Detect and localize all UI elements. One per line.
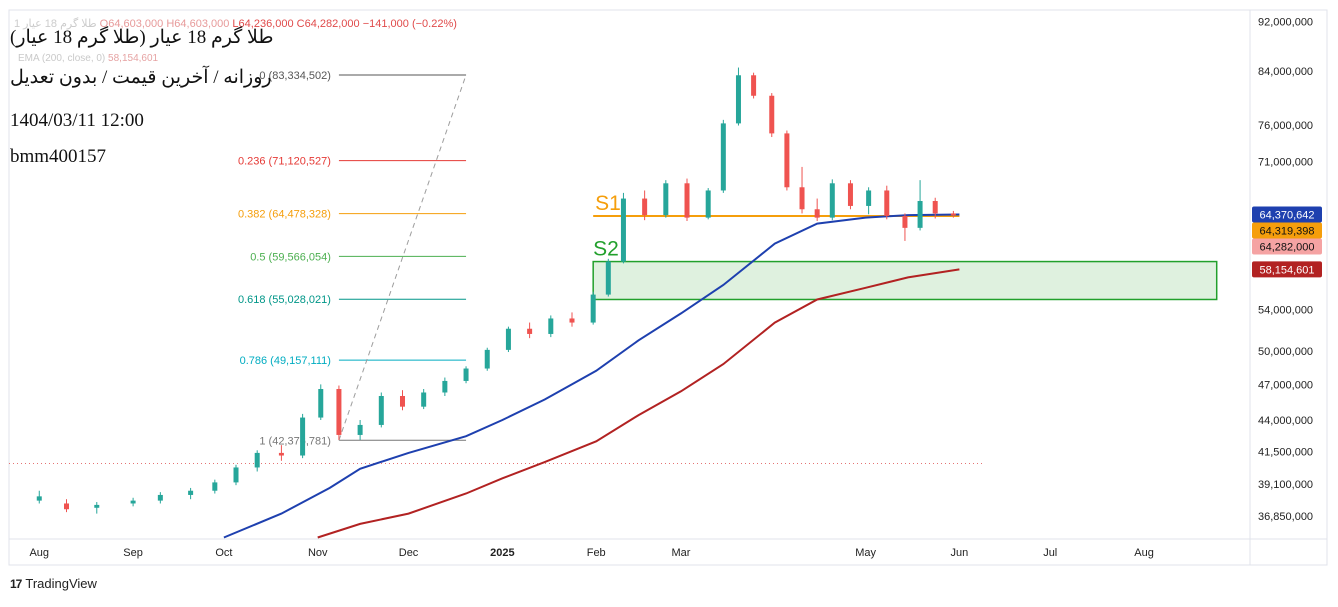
candle-body	[318, 388, 324, 418]
brand-name: TradingView	[25, 576, 97, 591]
candle-body	[751, 75, 757, 96]
candle-body	[663, 183, 669, 216]
candle-body	[36, 496, 42, 501]
price-badge-label: 64,282,000	[1259, 242, 1314, 254]
x-tick-label: Mar	[671, 547, 690, 559]
candle-body	[917, 201, 923, 228]
candle-body	[720, 123, 726, 191]
tradingview-logo-icon: 17	[10, 576, 22, 591]
fib-level-label: 1 (42,376,781)	[259, 435, 331, 447]
candle-body	[300, 417, 306, 456]
ema-value: 58,154,601	[108, 53, 159, 64]
y-tick-label: 84,000,000	[1258, 66, 1313, 78]
fib-level-label: 0.382 (64,478,328)	[238, 209, 331, 221]
candle-body	[484, 349, 490, 369]
candle-body	[620, 198, 626, 262]
candle-body	[569, 318, 575, 323]
x-tick-label: Oct	[215, 547, 232, 559]
x-tick-label: Feb	[587, 547, 606, 559]
change-value: −141,000 (−0.22%)	[362, 18, 457, 30]
candle-body	[769, 95, 775, 134]
candle-body	[233, 467, 239, 483]
x-tick-label: Sep	[123, 547, 143, 559]
ema-readout: EMA (200, close, 0) 58,154,601	[18, 53, 158, 64]
candle-body	[278, 452, 284, 456]
price-badge-label: 64,370,642	[1259, 210, 1314, 222]
candle-body	[950, 213, 956, 216]
candle-body	[463, 368, 469, 381]
y-tick-label: 76,000,000	[1258, 120, 1313, 132]
y-tick-label: 39,100,000	[1258, 479, 1313, 491]
candle-body	[605, 261, 611, 295]
candle-body	[378, 395, 384, 425]
close-value: C64,282,000	[296, 18, 360, 30]
candle-body	[94, 504, 100, 508]
candle-body	[442, 380, 448, 393]
y-tick-label: 47,000,000	[1258, 379, 1313, 391]
symbol-title: طلا گرم 18 عیار (طلا گرم 18 عیار)	[10, 27, 274, 48]
candle-body	[421, 392, 427, 407]
x-tick-label: Nov	[308, 547, 328, 559]
candle-body	[399, 395, 405, 407]
candle-body	[357, 424, 363, 435]
price-badge-label: 64,319,398	[1259, 226, 1314, 238]
candle-body	[212, 482, 218, 491]
candle-body	[799, 187, 805, 210]
x-tick-label: Aug	[1134, 547, 1154, 559]
candle-body	[548, 318, 554, 334]
candle-body	[254, 452, 260, 468]
candle-body	[336, 388, 342, 435]
ema-label: EMA (200, close, 0)	[18, 53, 106, 64]
s1-label: S1	[595, 192, 621, 215]
s2-label: S2	[593, 238, 619, 261]
s2-support-zone	[592, 260, 1218, 301]
candle-body	[884, 190, 890, 216]
fib-level-label: 0.618 (55,028,021)	[238, 294, 331, 306]
fib-level-label: 0.236 (71,120,527)	[238, 156, 331, 168]
ema-slow-line	[317, 268, 960, 539]
tradingview-brand[interactable]: 17 TradingView	[10, 576, 97, 591]
user-label: bmm400157	[10, 146, 107, 167]
candle-body	[735, 75, 741, 124]
candle-body	[847, 183, 853, 206]
datetime-label: 1404/03/11 12:00	[10, 110, 144, 131]
candle-body	[642, 198, 648, 216]
chart-subtitle: روزانه / آخرین قیمت / بدون تعدیل	[10, 67, 272, 88]
y-tick-label: 71,000,000	[1258, 157, 1313, 169]
fib-level-label: 0.5 (59,566,054)	[250, 251, 331, 263]
y-tick-label: 54,000,000	[1258, 304, 1313, 316]
x-tick-label: Jul	[1043, 547, 1057, 559]
candle-body	[814, 209, 820, 218]
candle-body	[784, 133, 790, 188]
price-chart[interactable]: S2S1 0 (83,334,502)0.236 (71,120,527)0.3…	[0, 0, 1338, 602]
candle-body	[705, 190, 711, 218]
x-tick-label: Dec	[399, 547, 419, 559]
x-tick-label: May	[855, 547, 876, 559]
x-tick-label: 2025	[490, 547, 514, 559]
price-badge-label: 58,154,601	[1259, 264, 1314, 276]
candle-body	[64, 503, 70, 510]
x-tick-label: Aug	[29, 547, 49, 559]
fib-level-label: 0.786 (49,157,111)	[240, 355, 331, 367]
candle-body	[829, 183, 835, 218]
candle-body	[932, 201, 938, 214]
x-tick-label: Jun	[951, 547, 969, 559]
y-tick-label: 44,000,000	[1258, 415, 1313, 427]
candle-body	[505, 328, 511, 350]
candle-body	[130, 500, 136, 504]
y-tick-label: 41,500,000	[1258, 447, 1313, 459]
candle-body	[590, 294, 596, 323]
candle-body	[902, 215, 908, 228]
candle-body	[684, 183, 690, 218]
candle-body	[157, 494, 163, 501]
candle-body	[866, 190, 872, 206]
y-tick-label: 50,000,000	[1258, 346, 1313, 358]
candle-body	[188, 490, 194, 495]
y-tick-label: 36,850,000	[1258, 511, 1313, 523]
candle-body	[527, 328, 533, 334]
chart-area[interactable]: S2 S1 0 (83,334,502) 0.236 (71,120,527) 0.3…	[0, 0, 1338, 602]
y-tick-label: 92,000,000	[1258, 17, 1313, 29]
